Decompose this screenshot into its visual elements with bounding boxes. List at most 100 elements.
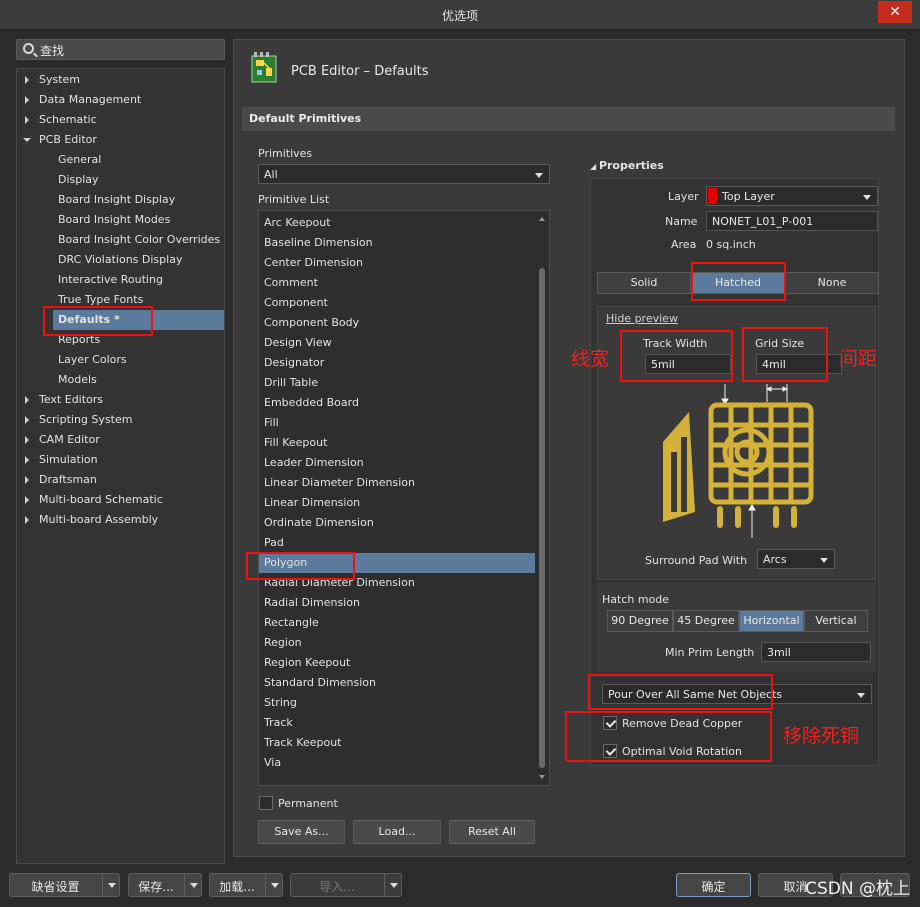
permanent-checkbox[interactable] — [259, 796, 273, 810]
list-item[interactable]: Linear Dimension — [259, 493, 535, 513]
tree-item[interactable]: Multi-board Schematic — [17, 490, 224, 510]
list-item[interactable]: Baseline Dimension — [259, 233, 535, 253]
name-field[interactable]: NONET_L01_P-001 — [706, 211, 878, 231]
chevron-right-icon[interactable] — [25, 436, 29, 444]
chevron-right-icon[interactable] — [25, 76, 29, 84]
chevron-right-icon[interactable] — [25, 96, 29, 104]
list-item[interactable]: Ordinate Dimension — [259, 513, 535, 533]
tree-item[interactable]: Board Insight Modes — [17, 210, 224, 230]
surround-pad-dropdown[interactable]: Arcs — [757, 549, 835, 569]
load-button[interactable]: Load... — [353, 820, 441, 844]
chevron-right-icon[interactable] — [25, 396, 29, 404]
tree-item[interactable]: Board Insight Color Overrides — [17, 230, 224, 250]
list-item[interactable]: Track — [259, 713, 535, 733]
min-prim-length-value: 3mil — [767, 646, 791, 659]
chevron-right-icon[interactable] — [25, 416, 29, 424]
chevron-down-icon[interactable] — [184, 874, 202, 896]
load-menu-button[interactable]: 加载... — [209, 873, 283, 897]
list-item[interactable]: Designator — [259, 353, 535, 373]
chevron-down-icon — [535, 173, 543, 178]
list-item[interactable]: Linear Diameter Dimension — [259, 473, 535, 493]
list-item[interactable]: Embedded Board — [259, 393, 535, 413]
surround-pad-value: Arcs — [763, 553, 787, 566]
reset-all-button[interactable]: Reset All — [449, 820, 535, 844]
close-button[interactable]: ✕ — [878, 1, 912, 23]
save-button[interactable]: 保存... — [128, 873, 202, 897]
chevron-right-icon[interactable] — [25, 116, 29, 124]
tree-item[interactable]: System — [17, 70, 224, 90]
tree-item-label: PCB Editor — [39, 133, 97, 146]
list-item[interactable]: Center Dimension — [259, 253, 535, 273]
tree-item[interactable]: Multi-board Assembly — [17, 510, 224, 530]
list-item[interactable]: Pad — [259, 533, 535, 553]
list-item[interactable]: Component Body — [259, 313, 535, 333]
tree-item[interactable]: CAM Editor — [17, 430, 224, 450]
tree-item[interactable]: Scripting System — [17, 410, 224, 430]
tree-item[interactable]: Data Management — [17, 90, 224, 110]
list-item[interactable]: Component — [259, 293, 535, 313]
import-button[interactable]: 导入... — [290, 873, 402, 897]
tree-item-label: Models — [58, 373, 97, 386]
primitives-dropdown[interactable]: All — [258, 164, 550, 184]
list-item[interactable]: Drill Table — [259, 373, 535, 393]
tree-item[interactable]: General — [17, 150, 224, 170]
tree-item[interactable]: DRC Violations Display — [17, 250, 224, 270]
tree-item[interactable]: Schematic — [17, 110, 224, 130]
chevron-right-icon[interactable] — [25, 496, 29, 504]
annotation-box-track-width — [620, 330, 733, 382]
list-item[interactable]: Design View — [259, 333, 535, 353]
list-item[interactable]: Standard Dimension — [259, 673, 535, 693]
chevron-down-icon[interactable] — [265, 874, 283, 896]
primitive-list[interactable]: Arc Keepout Baseline Dimension Center Dime… — [258, 210, 550, 786]
tree-item[interactable]: Models — [17, 370, 224, 390]
tree-item[interactable]: Draftsman — [17, 470, 224, 490]
defaults-button[interactable]: 缺省设置 — [9, 873, 120, 897]
tree-item-label: Simulation — [39, 453, 98, 466]
list-item[interactable]: Fill — [259, 413, 535, 433]
list-item[interactable]: Track Keepout — [259, 733, 535, 753]
list-item[interactable]: Region — [259, 633, 535, 653]
scroll-down-icon[interactable] — [539, 775, 545, 779]
chevron-down-icon[interactable] — [23, 138, 31, 142]
hatch-mode-vertical[interactable]: Vertical — [804, 610, 868, 632]
tree-item[interactable]: Text Editors — [17, 390, 224, 410]
tree-item-label: Data Management — [39, 93, 142, 106]
properties-title[interactable]: ◢ Properties — [590, 159, 664, 172]
list-item[interactable]: Radial Dimension — [259, 593, 535, 613]
fill-mode-solid[interactable]: Solid — [597, 272, 691, 294]
chevron-right-icon[interactable] — [25, 476, 29, 484]
ok-button[interactable]: 确定 — [676, 873, 751, 897]
tree-item[interactable]: Display — [17, 170, 224, 190]
hatch-mode-45[interactable]: 45 Degree — [673, 610, 739, 632]
tree-item[interactable]: Board Insight Display — [17, 190, 224, 210]
scrollbar[interactable] — [537, 213, 547, 783]
chevron-right-icon[interactable] — [25, 456, 29, 464]
list-item[interactable]: String — [259, 693, 535, 713]
list-item[interactable]: Fill Keepout — [259, 433, 535, 453]
import-label: 导入... — [319, 880, 355, 894]
scroll-up-icon[interactable] — [539, 217, 545, 221]
tree-item[interactable]: Layer Colors — [17, 350, 224, 370]
layer-dropdown[interactable]: Top Layer — [706, 186, 878, 206]
hatch-mode-horizontal[interactable]: Horizontal — [739, 610, 804, 632]
chevron-right-icon[interactable] — [25, 516, 29, 524]
chevron-down-icon[interactable] — [102, 874, 120, 896]
min-prim-length-field[interactable]: 3mil — [761, 642, 871, 662]
hide-preview-link[interactable]: Hide preview — [606, 312, 678, 325]
chevron-down-icon[interactable] — [384, 874, 402, 896]
fill-mode-none[interactable]: None — [785, 272, 879, 294]
hatch-mode-90[interactable]: 90 Degree — [607, 610, 673, 632]
tree-item[interactable]: Interactive Routing — [17, 270, 224, 290]
list-item[interactable]: Region Keepout — [259, 653, 535, 673]
list-item[interactable]: Via — [259, 753, 535, 773]
tree-item[interactable]: PCB Editor — [17, 130, 224, 150]
save-as-button[interactable]: Save As... — [258, 820, 345, 844]
list-item[interactable]: Rectangle — [259, 613, 535, 633]
list-item[interactable]: Leader Dimension — [259, 453, 535, 473]
list-item[interactable]: Arc Keepout — [259, 213, 535, 233]
list-item[interactable]: Comment — [259, 273, 535, 293]
scroll-thumb[interactable] — [539, 268, 545, 768]
tree-item-label: Layer Colors — [58, 353, 127, 366]
search-input[interactable]: 查找 — [16, 39, 225, 60]
tree-item[interactable]: Simulation — [17, 450, 224, 470]
